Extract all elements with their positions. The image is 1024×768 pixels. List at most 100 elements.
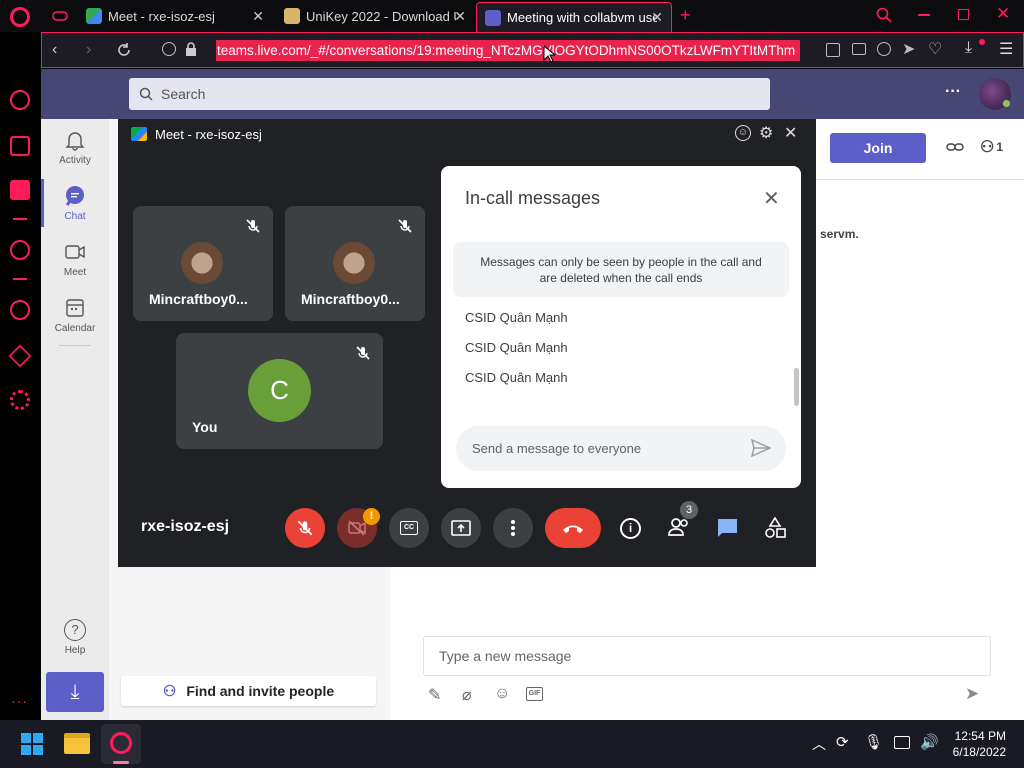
rail-label: Chat (64, 211, 86, 222)
forward-icon[interactable]: › (86, 41, 91, 59)
settings-gear-icon[interactable] (10, 390, 30, 410)
microphone-icon[interactable]: 🎙 (864, 733, 883, 751)
minimize-icon[interactable] (918, 14, 930, 16)
reload-icon[interactable] (116, 42, 132, 58)
camera-off-icon (348, 520, 366, 536)
active-indicator (113, 761, 129, 764)
taskbar-date[interactable]: 6/18/2022 (950, 745, 1006, 759)
close-tab-icon[interactable]: ✕ (454, 8, 466, 25)
easy-setup-icon[interactable]: ☰ (999, 39, 1013, 59)
participant-avatar (181, 242, 223, 284)
search-tabs-icon[interactable] (876, 7, 892, 23)
url-field[interactable]: teams.live.com/_#/conversations/19:meeti… (216, 40, 800, 61)
format-icon[interactable]: ✎ (428, 685, 441, 705)
windows-start-icon[interactable] (21, 733, 43, 755)
camera-snapshot-icon[interactable] (852, 43, 866, 55)
link-icon[interactable] (946, 139, 964, 155)
browser-tab-active[interactable]: Meeting with collabvm use ✕ (476, 2, 672, 32)
participant-tile[interactable]: Mincraftboy0... (285, 206, 425, 321)
display-icon[interactable] (894, 736, 910, 749)
captions-button[interactable]: CC (389, 508, 429, 548)
rail-label: Meet (63, 267, 87, 278)
participants-button[interactable]: ⚇ 1 (980, 137, 1020, 157)
taskbar-time[interactable]: 12:54 PM (950, 729, 1006, 743)
people-icon[interactable] (667, 517, 691, 537)
meeting-code: rxe-isoz-esj (141, 518, 230, 535)
rail-item-chat[interactable]: Chat (41, 185, 109, 222)
gamepad-icon[interactable] (52, 8, 68, 24)
opera-logo-icon[interactable] (10, 7, 30, 27)
mic-off-icon (246, 219, 260, 233)
close-tab-icon[interactable]: ✕ (651, 9, 663, 26)
close-window-icon[interactable]: ✕ (996, 4, 1010, 24)
block-icon[interactable] (877, 42, 891, 56)
message-sender: CSID Quân Mạnh (465, 310, 568, 325)
more-options-button[interactable] (493, 508, 533, 548)
twitch-icon[interactable] (10, 180, 30, 200)
sync-icon[interactable]: ⟳ (836, 733, 849, 751)
video-icon (64, 241, 86, 263)
compose-input[interactable]: Type a new message (423, 636, 991, 676)
message-input[interactable]: Send a message to everyone (456, 426, 786, 471)
info-icon[interactable]: i (620, 518, 641, 539)
activities-icon[interactable] (764, 517, 786, 539)
more-icon[interactable]: ··· (11, 693, 28, 709)
speed-dial-icon[interactable] (10, 90, 30, 110)
taskbar-opera-button[interactable] (101, 724, 141, 764)
message-sender: CSID Quân Mạnh (465, 340, 568, 355)
close-tab-icon[interactable]: ✕ (252, 8, 264, 25)
restore-icon[interactable] (958, 9, 969, 20)
more-options-button[interactable]: ··· (945, 83, 961, 101)
chevron-up-icon[interactable]: ︿ (812, 734, 826, 754)
rail-item-activity[interactable]: Activity (41, 129, 109, 166)
send-icon[interactable]: ➤ (902, 39, 915, 59)
emoji-icon[interactable]: ☺ (494, 685, 510, 703)
participant-tile[interactable]: Mincraftboy0... (133, 206, 273, 321)
player-icon[interactable] (10, 240, 30, 260)
browser-tab-bar: Meet - rxe-isoz-esj ✕ UniKey 2022 - Down… (0, 0, 1024, 32)
tab-label: Meet - rxe-isoz-esj (108, 8, 215, 24)
rail-item-meet[interactable]: Meet (41, 241, 109, 278)
rail-item-calendar[interactable]: Calendar (41, 297, 109, 334)
join-button[interactable]: Join (830, 133, 926, 163)
briefcase-icon[interactable] (10, 136, 30, 156)
add-person-icon: ⚇ (162, 683, 177, 700)
search-input[interactable]: Search (129, 78, 770, 110)
gif-icon[interactable]: GIF (526, 687, 543, 701)
heart-icon[interactable]: ♡ (928, 39, 942, 59)
edit-icon[interactable] (826, 43, 840, 57)
attach-icon[interactable]: ⌀ (462, 685, 472, 705)
google-meet-logo-icon (131, 127, 147, 141)
status-badge (1002, 99, 1011, 108)
browser-tab[interactable]: Meet - rxe-isoz-esj ✕ (78, 2, 272, 30)
download-app-button[interactable]: ⤓ (46, 672, 104, 712)
self-tile[interactable]: C You (176, 333, 383, 449)
emoji-icon[interactable]: ☺ (735, 125, 751, 141)
send-icon[interactable] (751, 439, 771, 457)
browser-tab[interactable]: UniKey 2022 - Download U ✕ (276, 2, 474, 30)
close-window-icon[interactable]: ✕ (784, 123, 797, 143)
scrollbar[interactable] (794, 368, 799, 406)
help-button[interactable]: ? Help (41, 619, 109, 656)
volume-icon[interactable]: 🔊 (920, 733, 939, 751)
download-icon[interactable]: ⤓ (965, 39, 972, 57)
settings-gear-icon[interactable]: ⚙ (759, 123, 773, 143)
extensions-icon[interactable] (8, 344, 32, 368)
present-screen-icon (451, 520, 471, 536)
chat-icon[interactable] (717, 518, 738, 538)
google-meet-favicon-icon (86, 8, 102, 24)
vpn-icon[interactable] (162, 42, 176, 56)
mic-toggle-button[interactable] (285, 508, 325, 548)
unikey-favicon-icon (284, 8, 300, 24)
leave-call-button[interactable] (545, 508, 601, 548)
history-icon[interactable] (10, 300, 30, 320)
message-sender: CSID Quân Mạnh (465, 370, 568, 385)
close-icon[interactable]: ✕ (763, 186, 780, 211)
send-message-icon[interactable]: ➤ (965, 684, 979, 704)
present-button[interactable] (441, 508, 481, 548)
new-tab-button[interactable]: + (680, 5, 691, 26)
find-invite-button[interactable]: ⚇ Find and invite people (121, 676, 376, 706)
file-explorer-icon[interactable] (64, 733, 90, 754)
lock-icon[interactable] (185, 42, 197, 56)
back-icon[interactable]: ‹ (52, 41, 57, 59)
